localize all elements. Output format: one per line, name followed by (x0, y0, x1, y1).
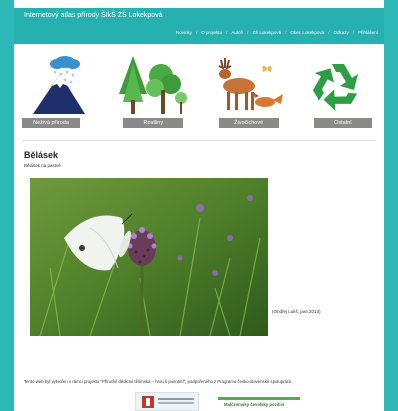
eu-logo[interactable] (135, 392, 199, 411)
nav-item-autori[interactable]: Autoři (231, 30, 243, 35)
trees-icon[interactable] (113, 54, 193, 116)
nav-item-odkazy[interactable]: Odkazy (333, 30, 348, 35)
species-subtitle: Bělásek na pastvě (24, 163, 61, 168)
species-title: Bělásek (24, 150, 59, 160)
nav-item-prihlaseni[interactable]: Přihlášení (358, 30, 378, 35)
page-frame: Internetový atlas přírody ŠIkŠ ZŠ Lokekp… (0, 0, 398, 411)
site-header: Internetový atlas přírody ŠIkŠ ZŠ Lokekp… (14, 8, 384, 44)
divider (22, 140, 376, 141)
partner-text: Malčzemsky čevelsky pozitivi (224, 402, 285, 407)
snow-cloud-mountain-icon[interactable] (22, 54, 102, 116)
category-ostatni[interactable]: Ostatní (296, 54, 376, 134)
nav-item-obec[interactable]: Obec Lokekpová (290, 30, 324, 35)
nav-item-novinky[interactable]: Novinky (176, 30, 192, 35)
category-row: Neživá příroda Rostliny Živočichové Osta… (22, 54, 376, 134)
site-title[interactable]: Internetový atlas přírody ŠIkŠ ZŠ Lokekp… (24, 12, 163, 19)
recycle-icon[interactable] (296, 54, 376, 116)
flag-icon (142, 396, 154, 408)
category-label: Živočichové (218, 118, 279, 128)
category-rostliny[interactable]: Rostliny (113, 54, 193, 134)
species-photo[interactable] (30, 178, 268, 336)
category-label: Ostatní (313, 118, 372, 128)
category-label: Neživá příroda (22, 118, 80, 128)
category-nezivа-priroda[interactable]: Neživá příroda (22, 54, 102, 134)
category-label: Rostliny (123, 118, 184, 128)
partner-logo[interactable]: Malčzemsky čevelsky pozitivi (218, 397, 300, 411)
top-navigation: Novinky / O projektu / Autoři / ZŠ Lokekpov… (176, 30, 378, 35)
deer-fox-butterfly-icon[interactable] (205, 54, 285, 116)
photo-credit: (Ondřej Lukš, jaro 2013) (272, 309, 321, 314)
footer-note: Tento web byl vytvořen v rámci projektu … (24, 379, 293, 384)
logo-lines (158, 398, 194, 400)
nav-item-zs[interactable]: ZŠ Lokekpová (252, 30, 281, 35)
partner-bar (218, 397, 300, 400)
nav-item-o-projektu[interactable]: O projektu (201, 30, 222, 35)
category-zivocichove[interactable]: Živočichové (205, 54, 285, 134)
